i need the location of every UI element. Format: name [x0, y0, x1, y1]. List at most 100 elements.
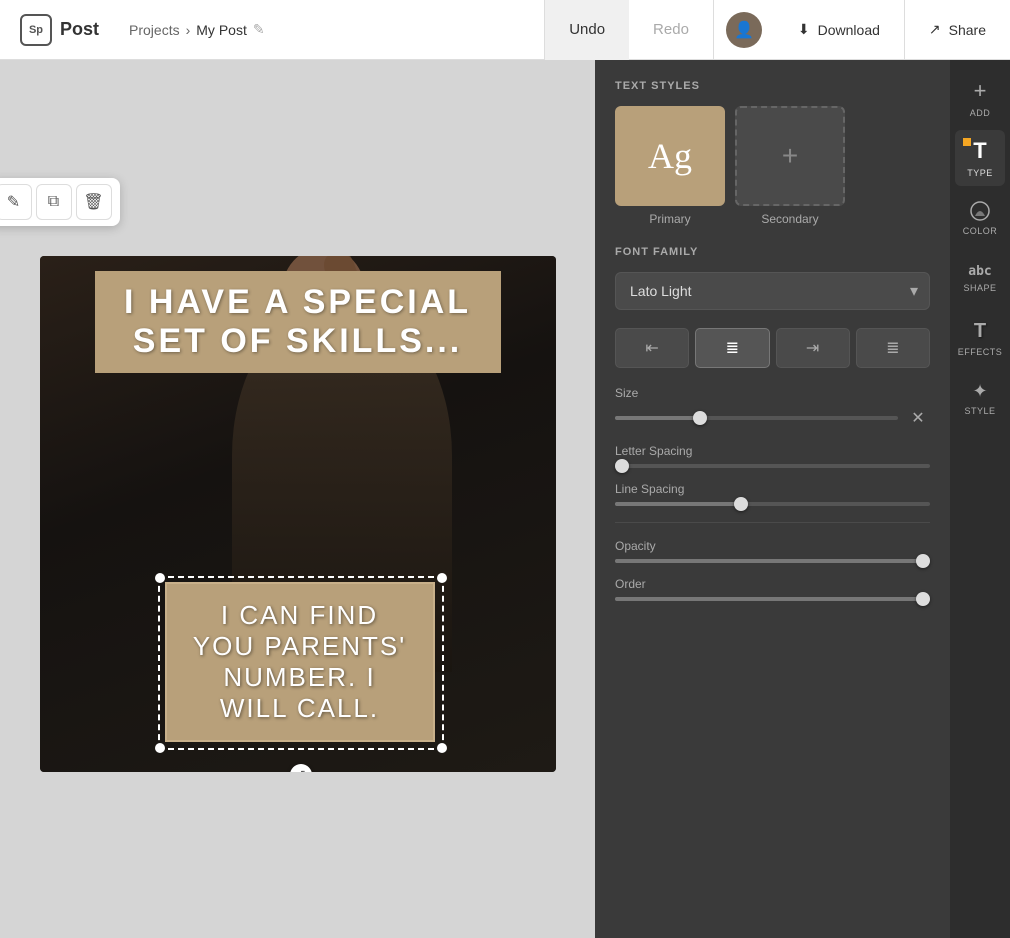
- float-toolbar: ✎ ⧉ 🗑: [0, 178, 120, 226]
- shape-label: SHAPE: [963, 283, 996, 293]
- size-slider-track[interactable]: [615, 416, 898, 420]
- size-section: Size ✕: [615, 386, 930, 430]
- shape-icon: abc: [968, 264, 991, 279]
- line-spacing-slider-track[interactable]: [615, 502, 930, 506]
- share-icon: ↗: [929, 21, 941, 38]
- size-label: Size: [615, 386, 638, 400]
- download-icon: ⬇: [798, 21, 810, 38]
- sidebar-item-color[interactable]: COLOR: [955, 190, 1005, 246]
- style-card-secondary-wrapper: + Secondary: [735, 106, 845, 226]
- font-family-title: FONT FAMILY: [615, 246, 930, 258]
- add-label: ADD: [970, 108, 991, 118]
- text-styles-panel: TEXT STYLES Ag Primary + Secon: [595, 60, 950, 938]
- text-styles-title: TEXT STYLES: [615, 80, 930, 92]
- opacity-slider-track[interactable]: [615, 559, 930, 563]
- logo: Sp Post: [0, 14, 119, 46]
- line-spacing-fill: [615, 502, 741, 506]
- download-button[interactable]: ⬇ Download: [774, 0, 905, 60]
- secondary-plus: +: [782, 140, 798, 172]
- order-fill: [615, 597, 930, 601]
- sidebar-item-effects[interactable]: T EFFECTS: [955, 310, 1005, 366]
- avatar[interactable]: 👤: [726, 12, 762, 48]
- undo-button[interactable]: Undo: [545, 0, 629, 60]
- share-label: Share: [949, 22, 986, 38]
- duplicate-icon: ⧉: [48, 193, 59, 211]
- type-label: TYPE: [967, 168, 993, 178]
- order-thumb[interactable]: [916, 592, 930, 606]
- order-label: Order: [615, 577, 646, 591]
- meme-container[interactable]: I HAVE A SPECIALSET OF SKILLS... I CAN F…: [40, 256, 556, 772]
- align-left-icon: ⇤: [645, 338, 658, 358]
- effects-icon: T: [974, 320, 986, 343]
- redo-button[interactable]: Redo: [629, 0, 713, 60]
- projects-link[interactable]: Projects: [129, 22, 180, 38]
- alignment-row: ⇤ ≣ ⇥ ≣: [615, 328, 930, 368]
- align-right-icon: ⇥: [806, 338, 819, 358]
- letter-spacing-thumb[interactable]: [615, 459, 629, 473]
- opacity-section: Opacity: [615, 539, 930, 563]
- text-styles-section: TEXT STYLES Ag Primary + Secon: [615, 80, 930, 226]
- line-spacing-label-row: Line Spacing: [615, 482, 930, 496]
- font-family-select[interactable]: Lato Light Lato Lato Bold Arial Impact G…: [615, 272, 930, 310]
- type-dot: [963, 138, 971, 146]
- size-clear-button[interactable]: ✕: [906, 406, 930, 430]
- meme-background: I HAVE A SPECIALSET OF SKILLS... I CAN F…: [40, 256, 556, 772]
- breadcrumb-separator: ›: [186, 22, 191, 38]
- bottom-text: I CAN FINDYOU PARENTS'NUMBER. IWILL CALL…: [185, 592, 414, 733]
- size-label-row: Size: [615, 386, 930, 400]
- align-left-button[interactable]: ⇤: [615, 328, 689, 368]
- undo-redo-group: Undo Redo: [544, 0, 714, 60]
- opacity-fill: [615, 559, 930, 563]
- share-button[interactable]: ↗ Share: [905, 0, 1010, 60]
- line-spacing-label: Line Spacing: [615, 482, 684, 496]
- sidebar-item-type[interactable]: T TYPE: [955, 130, 1005, 186]
- order-slider-track[interactable]: [615, 597, 930, 601]
- line-spacing-thumb[interactable]: [734, 497, 748, 511]
- align-center-icon: ≣: [726, 338, 739, 358]
- align-right-button[interactable]: ⇥: [776, 328, 850, 368]
- avatar-icon: 👤: [734, 20, 754, 40]
- primary-ag: Ag: [648, 135, 692, 177]
- size-slider-row: ✕: [615, 406, 930, 430]
- order-section: Order: [615, 577, 930, 601]
- letter-spacing-slider-row: [615, 464, 930, 468]
- style-card-secondary[interactable]: +: [735, 106, 845, 206]
- sidebar-item-style[interactable]: ✦ STYLE: [955, 370, 1005, 426]
- opacity-slider-row: [615, 559, 930, 563]
- color-label: COLOR: [963, 226, 998, 236]
- bottom-text-box[interactable]: I CAN FINDYOU PARENTS'NUMBER. IWILL CALL…: [165, 582, 435, 742]
- primary-label: Primary: [615, 212, 725, 226]
- line-spacing-slider-row: [615, 502, 930, 506]
- order-label-row: Order: [615, 577, 930, 591]
- align-justify-button[interactable]: ≣: [856, 328, 930, 368]
- color-icon: [969, 200, 991, 222]
- top-text-box[interactable]: I HAVE A SPECIALSET OF SKILLS...: [95, 271, 501, 373]
- app-name: Post: [60, 19, 99, 40]
- sidebar: + ADD T TYPE COLOR abc SHAPE T EFFECTS: [950, 60, 1010, 938]
- edit-button[interactable]: ✎: [0, 184, 32, 220]
- topbar-actions: ⬇ Download ↗ Share: [774, 0, 1010, 60]
- download-label: Download: [818, 22, 880, 38]
- sidebar-item-add[interactable]: + ADD: [955, 70, 1005, 126]
- canvas-area[interactable]: ✎ ⧉ 🗑 I HAVE A SPECIALSET OF SKILLS...: [0, 60, 595, 938]
- opacity-label-row: Opacity: [615, 539, 930, 553]
- style-card-primary[interactable]: Ag: [615, 106, 725, 206]
- align-center-button[interactable]: ≣: [695, 328, 769, 368]
- style-card-primary-wrapper: Ag Primary: [615, 106, 725, 226]
- size-slider-fill: [615, 416, 700, 420]
- opacity-thumb[interactable]: [916, 554, 930, 568]
- sidebar-item-shape[interactable]: abc SHAPE: [955, 250, 1005, 306]
- edit-title-icon[interactable]: ✎: [253, 21, 265, 38]
- size-slider-thumb[interactable]: [693, 411, 707, 425]
- add-icon: +: [974, 78, 987, 104]
- style-icon: ✦: [972, 381, 987, 402]
- type-icon: T: [973, 138, 986, 164]
- trash-icon: 🗑: [83, 192, 103, 212]
- breadcrumb: Projects › My Post ✎: [119, 21, 275, 38]
- delete-button[interactable]: 🗑: [76, 184, 112, 220]
- current-page: My Post: [196, 22, 247, 38]
- letter-spacing-slider-track[interactable]: [615, 464, 930, 468]
- duplicate-button[interactable]: ⧉: [36, 184, 72, 220]
- top-text: I HAVE A SPECIALSET OF SKILLS...: [111, 283, 485, 361]
- text-styles-grid: Ag Primary + Secondary: [615, 106, 930, 226]
